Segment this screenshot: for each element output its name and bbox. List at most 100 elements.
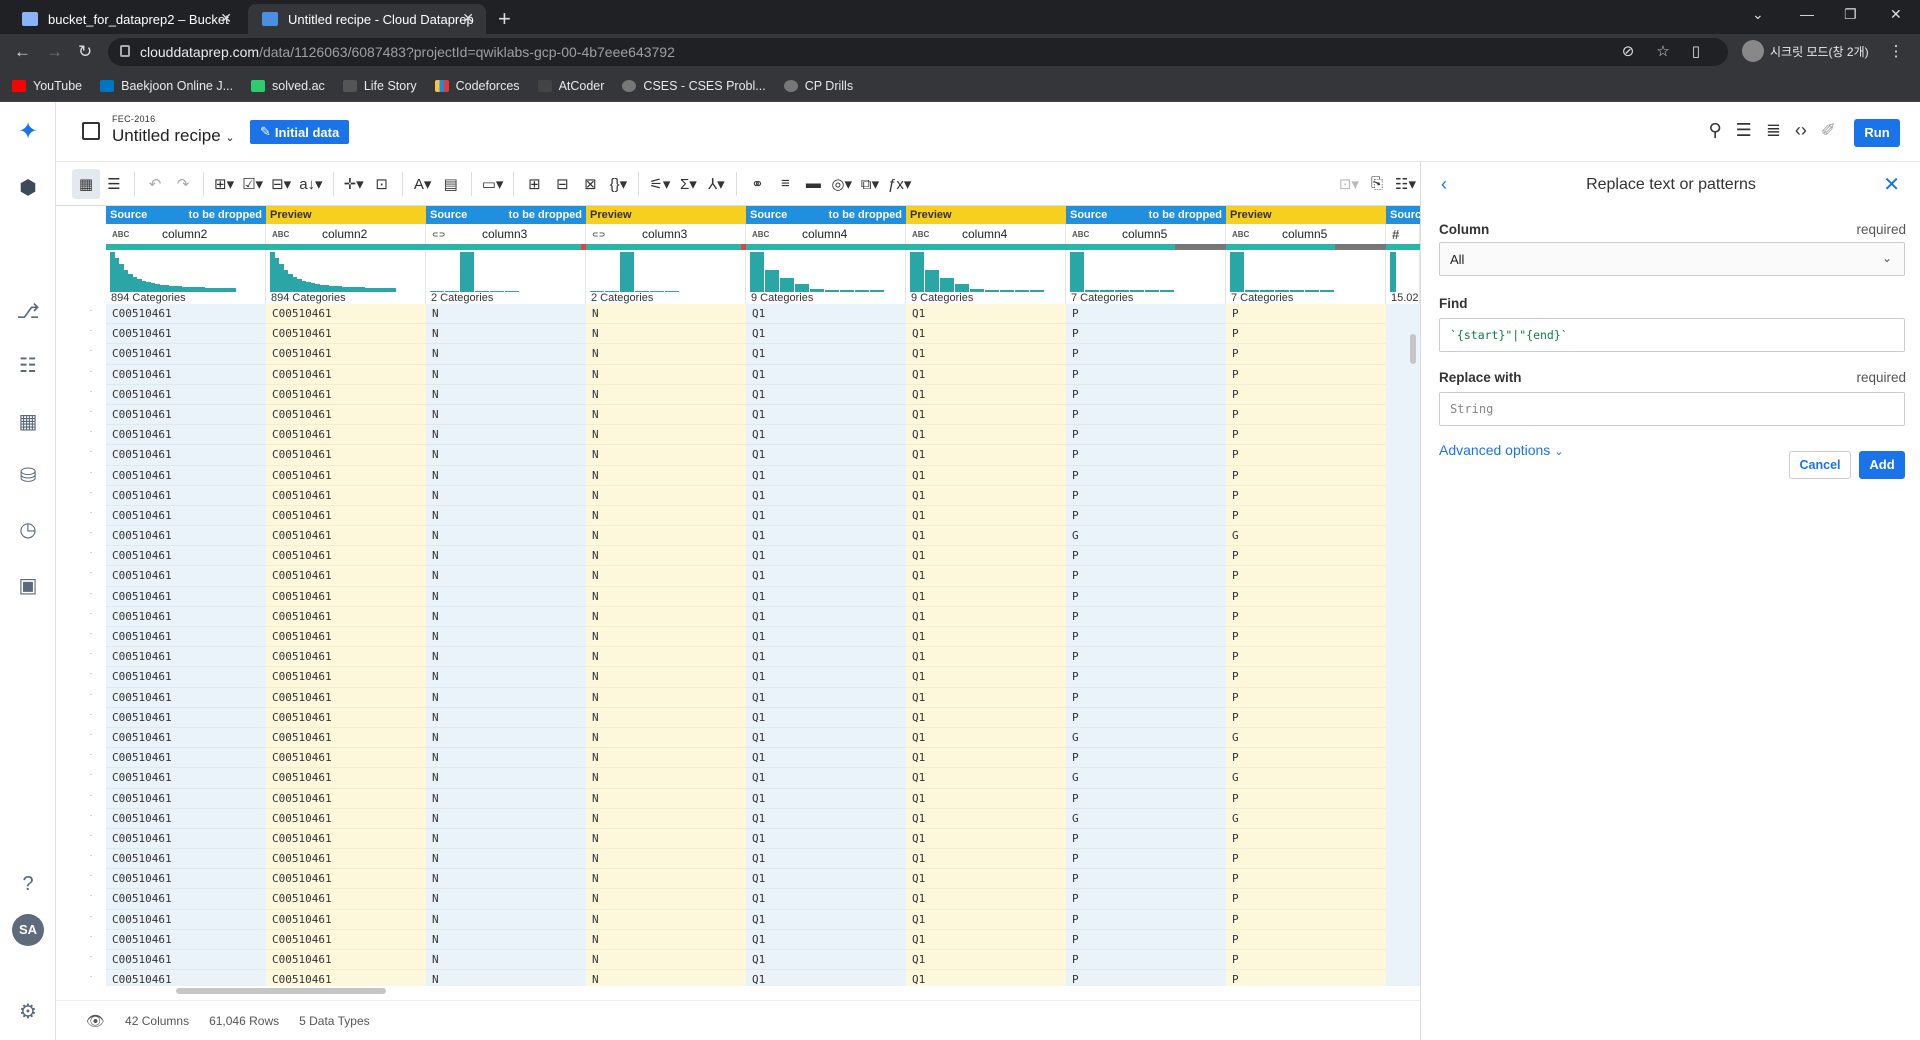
table-cell[interactable]: Q1 [906,708,1066,728]
table-cell[interactable]: P [1066,950,1226,971]
table-cell[interactable]: P [1066,627,1226,648]
plans-icon[interactable]: ☷ [14,352,42,380]
forward-icon[interactable]: → [46,42,63,62]
table-cell[interactable]: P [1066,304,1226,325]
structure-icon[interactable]: ⅄▾ [702,169,730,199]
join-icon[interactable]: ⚭ [743,169,771,199]
column-header[interactable]: ABC column5 [1226,224,1386,244]
table-cell[interactable]: P [1066,566,1226,587]
table-cell[interactable]: P [1226,667,1386,688]
table-cell[interactable]: Q1 [906,344,1066,365]
histogram-bar[interactable] [1390,252,1396,292]
table-cell[interactable]: N [426,526,586,547]
add-button[interactable]: Add [1859,451,1905,479]
table-cell[interactable]: Q1 [746,647,906,668]
table-cell[interactable]: P [1226,445,1386,466]
table-cell[interactable]: C00510461 [106,425,266,446]
column-header[interactable]: ABC column5 [1066,224,1226,244]
table-cell[interactable]: P [1066,667,1226,688]
table-cell[interactable]: C00510461 [266,627,426,648]
table-cell[interactable]: Q1 [746,566,906,587]
split-icon[interactable]: ✛▾ [340,169,368,199]
histogram-bar[interactable] [1015,290,1029,292]
column-histogram[interactable]: 2 Categories [426,250,586,304]
table-cell[interactable]: Q1 [746,829,906,850]
table-cell[interactable]: G [1226,768,1386,789]
table-cell[interactable]: C00510461 [106,466,266,486]
table-cell[interactable]: C00510461 [266,445,426,466]
merge-icon[interactable]: ⊡ [368,169,396,199]
table-cell[interactable]: C00510461 [266,344,426,365]
table-cell[interactable]: C00510461 [106,970,266,986]
histogram-bar[interactable] [1320,290,1334,292]
dataprep-logo-icon[interactable]: ✦ [14,118,42,146]
table-cell[interactable]: N [426,970,586,986]
table-cell[interactable]: N [426,425,586,446]
table-cell[interactable]: P [1226,889,1386,910]
table-cell[interactable]: Q1 [746,526,906,547]
table-cell[interactable]: Q1 [906,768,1066,789]
table-cell[interactable]: C00510461 [266,768,426,789]
table-cell[interactable]: N [426,708,586,728]
restore-icon[interactable]: ❐ [1844,6,1857,23]
table-cell[interactable]: Q1 [906,445,1066,466]
table-cell[interactable]: N [586,829,746,850]
table-cell[interactable]: G [1226,526,1386,547]
column-histogram[interactable]: 894 Categories [106,250,266,304]
table-cell[interactable]: N [426,385,586,405]
column-histogram[interactable]: 9 Categories [746,250,906,304]
table-cell[interactable]: Q1 [746,506,906,527]
table-cell[interactable]: P [1066,889,1226,910]
table-cell[interactable]: N [426,829,586,850]
lookup-icon[interactable]: ⧉▾ [856,169,884,199]
table-cell[interactable]: P [1226,688,1386,708]
histogram-bar[interactable] [765,270,779,292]
histogram-bar[interactable] [665,291,679,292]
boolean-type-icon[interactable]: ⊂⊃ [432,230,452,239]
table-cell[interactable]: Q1 [746,768,906,789]
table-cell[interactable]: N [426,466,586,486]
column-name[interactable]: column2 [162,227,207,241]
table-cell[interactable]: C00510461 [266,849,426,870]
table-cell[interactable]: N [586,566,746,587]
table-cell[interactable]: N [586,466,746,486]
histogram-bar[interactable] [391,288,396,292]
table-cell[interactable]: C00510461 [106,789,266,809]
table-cell[interactable]: N [426,365,586,385]
table-cell[interactable]: N [426,789,586,809]
table-cell[interactable]: C00510461 [106,385,266,405]
table-cell[interactable]: Q1 [746,889,906,910]
column-histogram[interactable]: 7 Categories [1066,250,1226,304]
table-cell[interactable]: N [586,647,746,668]
incognito-profile[interactable]: 시크릿 모드(창 2개) ⋮ [1742,40,1904,62]
table-cell[interactable]: P [1066,688,1226,708]
table-cell[interactable]: P [1066,506,1226,527]
boolean-type-icon[interactable]: ⊂⊃ [592,230,612,239]
browser-tab-bucket[interactable]: bucket_for_dataprep2 – Bucket ✕ [8,4,244,34]
advanced-options-toggle[interactable]: Advanced options ⌄ [1439,442,1563,458]
table-cell[interactable]: C00510461 [266,910,426,930]
table-cell[interactable]: P [1226,748,1386,769]
column-header[interactable]: ABC column2 [266,224,426,244]
table-cell[interactable]: C00510461 [106,667,266,688]
histogram-bar[interactable] [955,284,969,292]
table-cell[interactable]: P [1066,647,1226,668]
recipe-checklist-icon[interactable]: ≣ [1766,120,1781,141]
table-cell[interactable]: Q1 [906,304,1066,325]
table-cell[interactable]: C00510461 [266,526,426,547]
bookmark-atcoder[interactable]: AtCoder [537,79,604,93]
new-tab-icon[interactable]: + [498,6,511,32]
table-cell[interactable]: P [1226,486,1386,506]
table-cell[interactable]: Q1 [746,950,906,971]
table-cell[interactable]: N [586,526,746,547]
table-cell[interactable]: N [586,385,746,405]
table-cell[interactable]: P [1066,849,1226,870]
table-cell[interactable]: Q1 [746,304,906,325]
table-cell[interactable]: Q1 [746,405,906,426]
table-cell[interactable]: N [426,587,586,607]
table-cell[interactable]: N [426,546,586,567]
close-icon[interactable]: ✕ [1883,172,1900,197]
bookmark-cses[interactable]: CSES - CSES Probl... [622,79,766,93]
table-cell[interactable]: N [586,506,746,527]
bookmark-star-icon[interactable]: ☆ [1656,42,1669,60]
